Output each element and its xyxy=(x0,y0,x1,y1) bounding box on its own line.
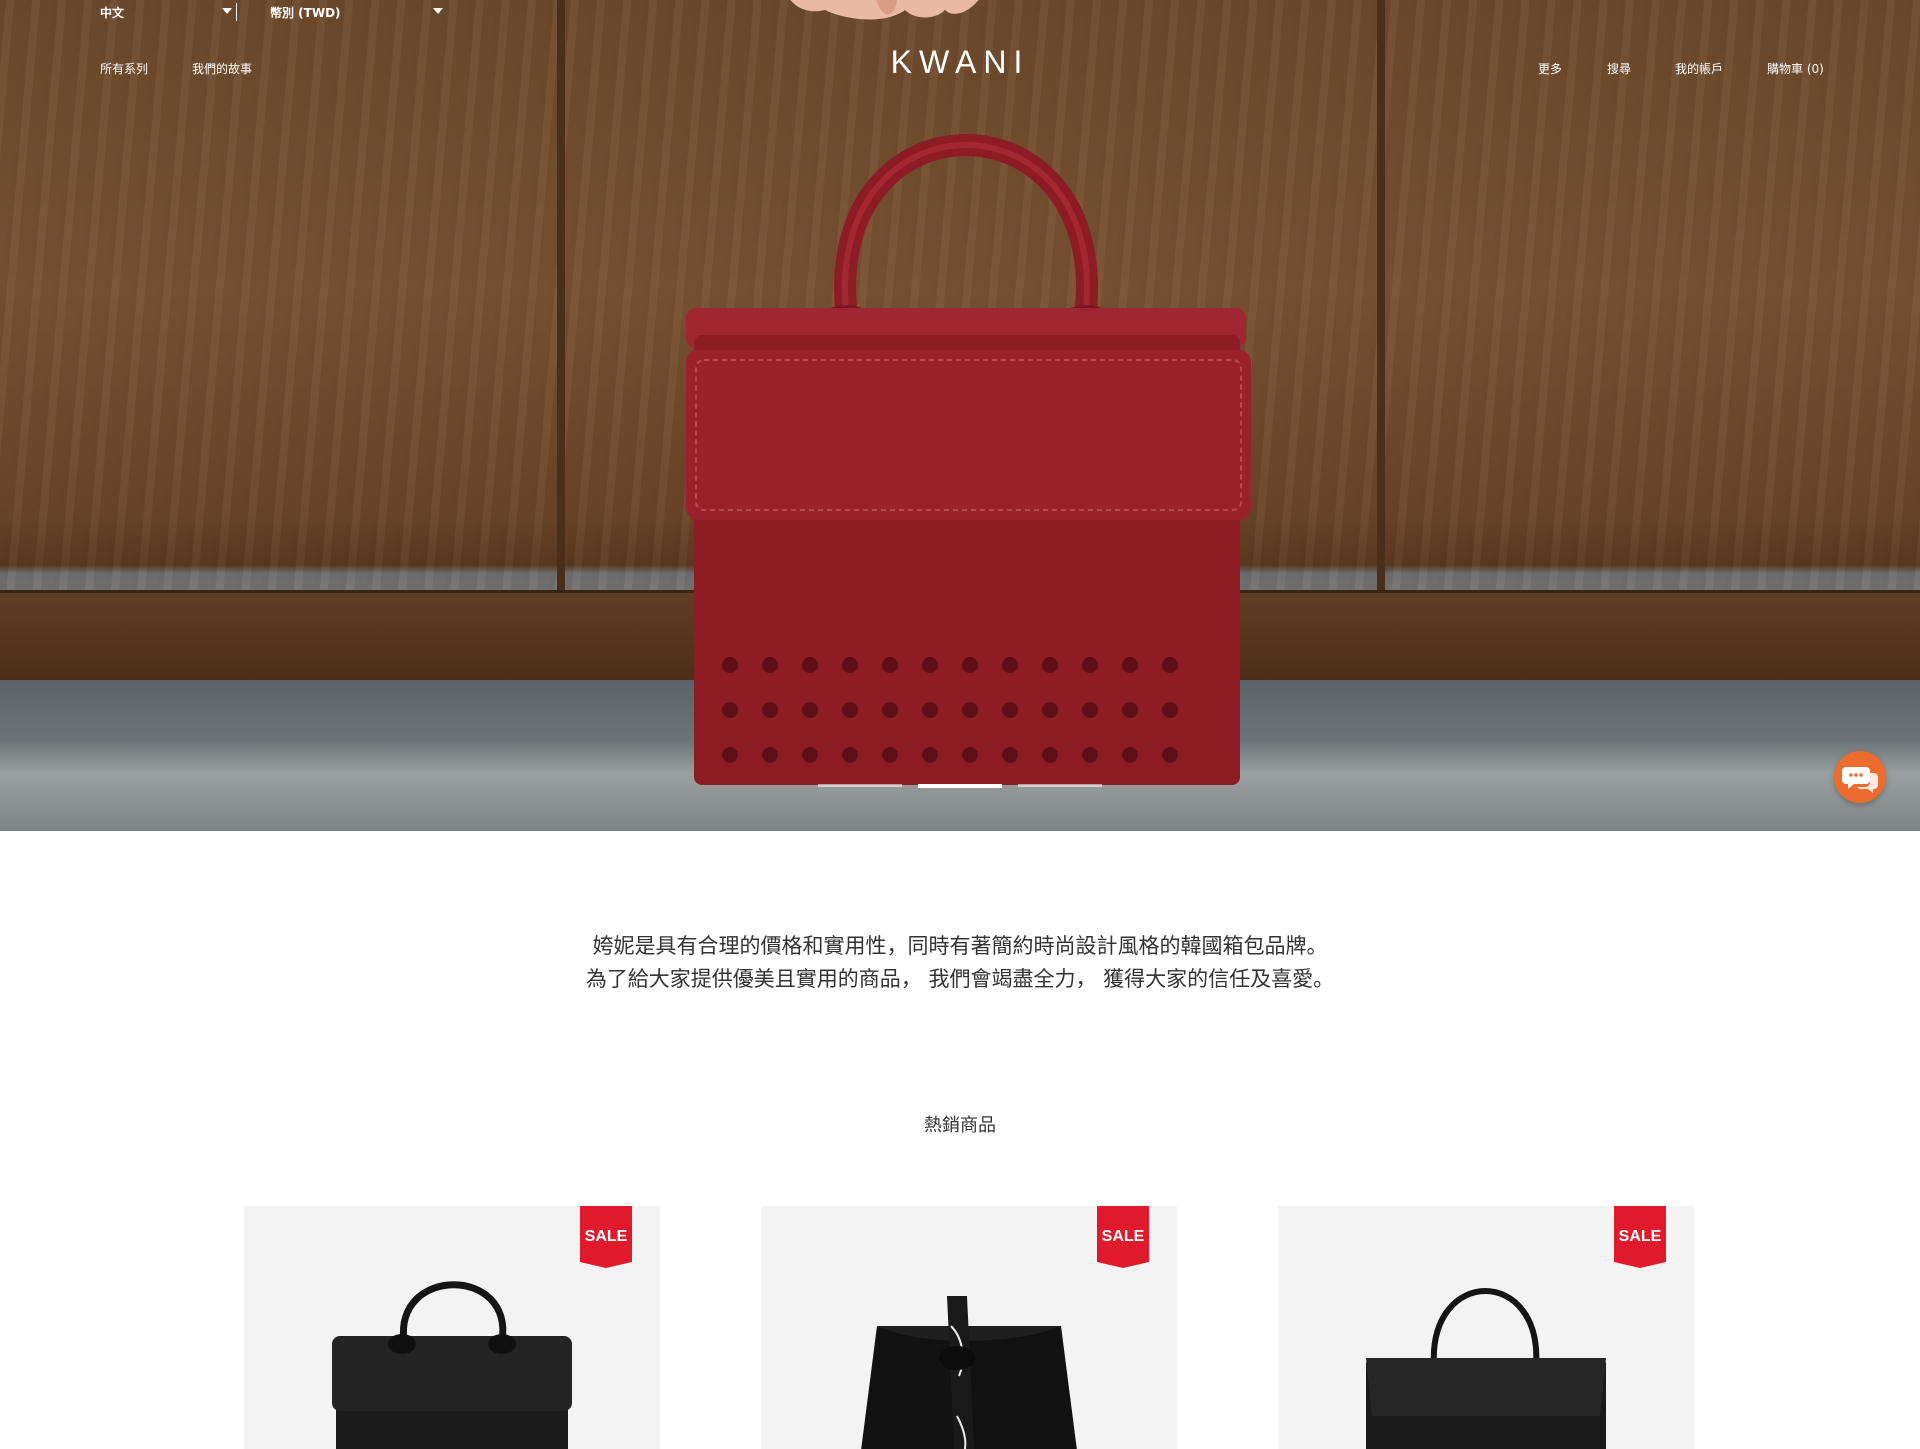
red-handbag-image xyxy=(686,134,1251,785)
caret-down-icon[interactable] xyxy=(433,8,443,14)
black-handbag-image xyxy=(332,1281,572,1449)
slide-indicator[interactable] xyxy=(818,784,902,787)
product-card[interactable]: SALE xyxy=(244,1206,660,1449)
currency-selector[interactable]: 幣別 (TWD) xyxy=(270,4,341,21)
nav-cart[interactable]: 購物車 (0) xyxy=(1767,60,1824,77)
sale-badge-label: SALE xyxy=(1101,1228,1145,1245)
wall-panel xyxy=(1385,0,1920,590)
divider xyxy=(236,3,237,21)
chat-bubbles-icon xyxy=(1842,767,1878,793)
sale-badge: SALE xyxy=(1097,1206,1149,1268)
sale-badge: SALE xyxy=(1614,1206,1666,1268)
hero-banner: 中文 幣別 (TWD) 所有系列 我們的故事 KWANI 更多 搜尋 我的帳戶 … xyxy=(0,0,1920,831)
sale-badge-label: SALE xyxy=(584,1228,628,1245)
top-utility-bar: 中文 幣別 (TWD) xyxy=(0,0,1920,30)
bestsellers-title: 熱銷商品 xyxy=(924,1115,996,1136)
language-selector[interactable]: 中文 xyxy=(100,4,124,21)
wall-panel xyxy=(0,0,565,590)
product-card[interactable]: SALE xyxy=(761,1206,1177,1449)
black-bucket-bag-image xyxy=(861,1296,1077,1449)
nav-search[interactable]: 搜尋 xyxy=(1607,60,1631,77)
caret-down-icon[interactable] xyxy=(222,8,232,14)
slide-indicator-active[interactable] xyxy=(918,784,1002,788)
black-tote-bag-image xyxy=(1366,1288,1606,1449)
slide-indicator[interactable] xyxy=(1018,784,1102,787)
brand-intro: 姱妮是具有合理的價格和實用性，同時有著簡約時尚設計風格的韓國箱包品牌。 為了給大… xyxy=(0,930,1920,996)
product-card[interactable]: SALE xyxy=(1278,1206,1694,1449)
chat-button[interactable] xyxy=(1834,751,1886,803)
intro-line: 為了給大家提供優美且實用的商品， 我們會竭盡全力， 獲得大家的信任及喜愛。 xyxy=(585,967,1335,991)
brand-logo[interactable]: KWANI xyxy=(0,44,1920,81)
nav-more[interactable]: 更多 xyxy=(1538,60,1562,77)
slide-indicators xyxy=(0,784,1920,790)
sale-badge: SALE xyxy=(580,1206,632,1268)
sale-badge-label: SALE xyxy=(1618,1228,1662,1245)
intro-line: 姱妮是具有合理的價格和實用性，同時有著簡約時尚設計風格的韓國箱包品牌。 xyxy=(592,934,1328,958)
nav-my-account[interactable]: 我的帳戶 xyxy=(1675,60,1723,77)
